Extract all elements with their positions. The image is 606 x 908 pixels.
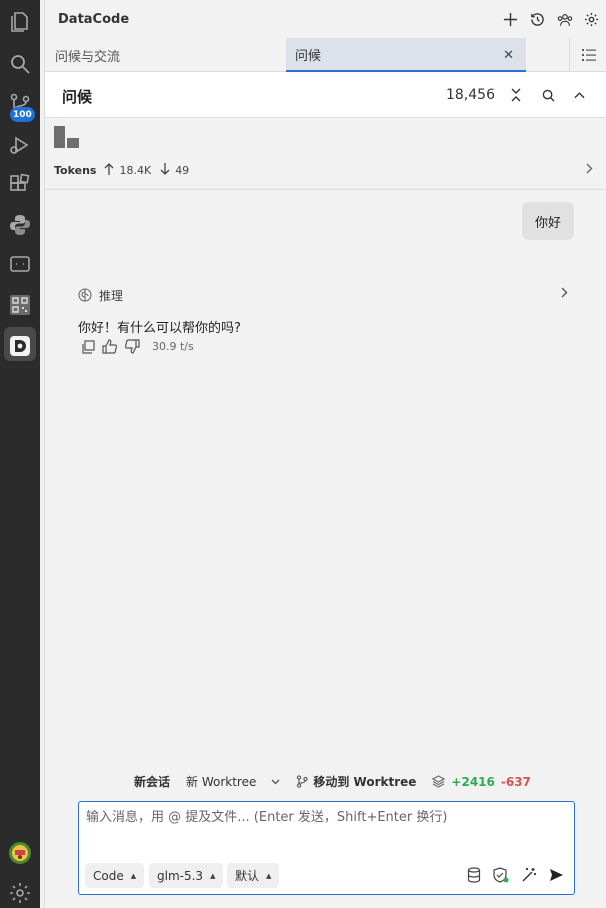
mode-select[interactable]: Code ▲ [85, 863, 145, 888]
chevron-down-icon [271, 779, 280, 785]
new-session-label: 新会话 [134, 775, 171, 789]
new-session-button[interactable]: 新会话 [134, 773, 170, 790]
qr-tool-icon[interactable] [0, 285, 40, 325]
extensions-icon[interactable] [0, 165, 40, 205]
magic-wand-icon[interactable] [519, 865, 539, 885]
collapse-icon[interactable] [507, 86, 525, 104]
tokens-up: 18.4K [119, 164, 152, 177]
token-count: 18,456 [446, 87, 495, 103]
send-icon[interactable] [546, 865, 566, 885]
tokens-down: 49 [175, 164, 190, 177]
thumbs-down-icon[interactable] [124, 339, 140, 354]
layers-icon [432, 775, 446, 788]
reasoning-label: 推理 [99, 288, 124, 303]
move-worktree-label: 移动到 Worktree [313, 775, 417, 789]
lines-added: +2416 [451, 774, 495, 789]
caret-up-icon: ▲ [130, 871, 137, 880]
brain-icon [78, 288, 92, 302]
arrow-up-icon [104, 163, 114, 178]
search-icon[interactable] [539, 86, 557, 104]
datacode-icon[interactable] [0, 326, 40, 366]
history-icon[interactable] [528, 10, 547, 29]
shield-check-icon[interactable] [491, 865, 511, 885]
tab-greeting[interactable]: 问候 ✕ [286, 38, 526, 72]
database-icon[interactable] [464, 865, 484, 885]
tab-bar: 问候与交流 问候 ✕ [45, 38, 606, 72]
token-stats: Tokens 18.4K 49 [45, 118, 606, 190]
conversation-header: 问候 18,456 [45, 72, 606, 118]
tab-greeting-and-chat[interactable]: 问候与交流 [55, 38, 120, 72]
account-avatar-icon[interactable] [0, 833, 40, 873]
message-actions: 30.9 t/s [81, 339, 194, 354]
run-debug-icon[interactable] [0, 125, 40, 165]
new-worktree-label: 新 Worktree [186, 775, 257, 789]
model-select[interactable]: glm-5.3 ▲ [149, 863, 224, 888]
user-message: 你好 [522, 202, 575, 240]
message-input[interactable] [86, 810, 566, 825]
settings-gear-icon[interactable] [0, 873, 40, 908]
app-title: DataCode [58, 12, 130, 27]
chevron-right-icon [561, 287, 568, 301]
close-icon[interactable]: ✕ [503, 48, 514, 63]
move-to-worktree-button[interactable]: 移动到 Worktree [296, 773, 416, 790]
tokens-label: Tokens [54, 164, 97, 177]
lines-removed: -637 [500, 774, 531, 789]
assistant-message: 你好！有什么可以帮你的吗? [78, 321, 241, 336]
activity-bar: 100 [0, 0, 40, 908]
preset-select[interactable]: 默认 ▲ [227, 863, 280, 888]
new-worktree-dropdown[interactable]: 新 Worktree [186, 773, 280, 790]
preset-value: 默认 [235, 869, 260, 883]
agents-icon[interactable] [555, 10, 574, 29]
title-bar-actions [501, 10, 601, 29]
arrow-down-icon [160, 163, 170, 178]
search-icon[interactable] [0, 44, 40, 84]
source-control-badge: 100 [10, 107, 35, 122]
chevron-right-icon[interactable] [586, 163, 593, 177]
list-view-icon[interactable] [569, 38, 606, 72]
tab-label: 问候与交流 [55, 49, 121, 65]
title-bar: DataCode [45, 0, 606, 38]
caret-up-icon: ▲ [210, 871, 216, 880]
diff-stats[interactable]: +2416 -637 [432, 774, 531, 789]
session-bar: 新会话 新 Worktree 移动到 Worktree +2416 -637 [134, 773, 547, 790]
settings-icon[interactable] [582, 10, 601, 29]
remote-explorer-icon[interactable] [0, 244, 40, 284]
usage-bars-icon [54, 126, 80, 152]
tab-label: 问候 [295, 48, 322, 64]
conversation-title: 问候 [62, 88, 93, 106]
caret-up-icon: ▲ [266, 871, 272, 880]
thumbs-up-icon[interactable] [102, 339, 118, 354]
tokens-row: Tokens 18.4K 49 [54, 163, 189, 178]
message-composer: Code ▲ glm-5.3 ▲ 默认 ▲ [78, 801, 575, 895]
source-control-icon[interactable]: 100 [0, 84, 40, 124]
mode-value: Code [93, 868, 124, 883]
copy-icon[interactable] [81, 339, 96, 354]
chevron-up-icon[interactable] [570, 86, 588, 104]
python-icon[interactable] [0, 205, 40, 245]
new-chat-plus-icon[interactable] [501, 10, 520, 29]
chat-panel: DataCode 问候与交流 问候 ✕ 问候 18,456 Tokens 18.… [44, 0, 606, 908]
model-value: glm-5.3 [157, 868, 204, 883]
explorer-icon[interactable] [0, 2, 40, 42]
branch-icon [296, 775, 309, 788]
tokens-per-second: 30.9 t/s [152, 340, 194, 353]
reasoning-toggle[interactable]: 推理 [78, 285, 568, 305]
